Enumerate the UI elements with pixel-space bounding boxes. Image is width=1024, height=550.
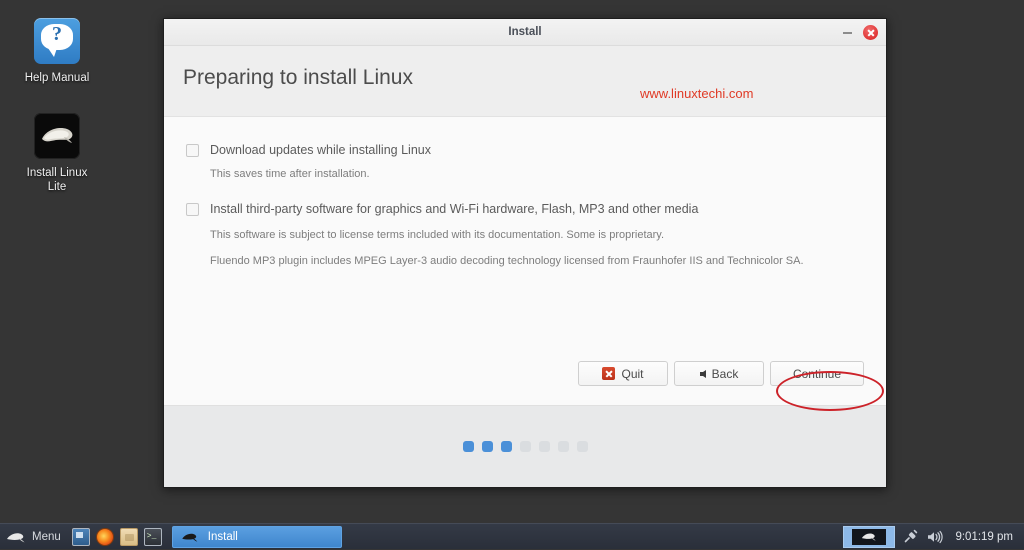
option-note: This software is subject to license term… — [210, 229, 665, 241]
clock[interactable]: 9:01:19 pm — [953, 531, 1013, 543]
firefox-icon[interactable] — [95, 527, 114, 546]
continue-button[interactable]: Continue — [770, 361, 864, 386]
option-label: Download updates while installing Linux — [210, 143, 431, 157]
option-row[interactable]: Download updates while installing Linux — [186, 142, 864, 158]
window-titlebar[interactable]: Install — [164, 19, 886, 46]
desktop-icon-help-manual[interactable]: ? Help Manual — [5, 18, 109, 85]
checkbox-third-party-software[interactable] — [186, 203, 199, 216]
linux-lite-swoosh-icon — [34, 113, 80, 159]
linux-lite-swoosh-icon — [181, 530, 201, 544]
site-watermark: www.linuxtechi.com — [640, 86, 754, 101]
progress-dot — [500, 441, 512, 452]
progress-dots — [462, 441, 588, 452]
window-controls — [842, 19, 878, 46]
close-x-icon — [602, 367, 616, 380]
option-row[interactable]: Install third-party software for graphic… — [186, 201, 864, 217]
quit-button[interactable]: Quit — [578, 361, 668, 386]
taskbar-item-install[interactable]: Install — [171, 525, 342, 548]
system-tray: 9:01:19 pm — [903, 529, 1024, 544]
progress-dot — [481, 441, 493, 452]
progress-dot — [519, 441, 531, 452]
back-button[interactable]: Back — [674, 361, 764, 386]
dialog-button-row: Quit Back Continue — [578, 361, 864, 386]
monitor-icon[interactable] — [71, 527, 90, 546]
progress-dot — [538, 441, 550, 452]
progress-dot — [576, 441, 588, 452]
icon-label-line1: Install Linux — [26, 167, 88, 179]
taskbar-launchers: >_ — [70, 527, 162, 546]
speaker-icon[interactable] — [927, 530, 944, 544]
installer-content: Download updates while installing Linux … — [164, 117, 886, 405]
option-group-third-party: Install third-party software for graphic… — [186, 201, 864, 269]
desktop-icon-install-linux-lite[interactable]: Install Linux Lite — [5, 113, 109, 194]
terminal-icon[interactable]: >_ — [143, 527, 162, 546]
option-label: Install third-party software for graphic… — [210, 202, 699, 216]
progress-dot — [462, 441, 474, 452]
help-question-icon: ? — [34, 18, 80, 64]
menu-button-label: Menu — [32, 530, 61, 543]
icon-label-line2: Lite — [47, 181, 67, 193]
close-icon[interactable] — [863, 25, 878, 40]
quit-button-label: Quit — [621, 366, 644, 381]
linux-lite-swoosh-icon — [6, 530, 26, 544]
arrow-left-icon — [699, 369, 706, 378]
progress-dot — [557, 441, 569, 452]
page-header: Preparing to install Linux www.linuxtech… — [164, 46, 886, 117]
taskbar-item-label: Install — [207, 530, 238, 543]
page-title: Preparing to install Linux — [183, 66, 413, 89]
desktop-icon-label: Install Linux Lite — [5, 166, 109, 194]
option-note: This saves time after installation. — [210, 168, 370, 180]
installer-footer — [164, 405, 886, 487]
back-button-label: Back — [711, 366, 739, 381]
option-note: Fluendo MP3 plugin includes MPEG Layer-3… — [210, 255, 804, 267]
workspace-switcher-icon[interactable] — [843, 525, 896, 548]
continue-button-label: Continue — [792, 366, 842, 381]
minimize-icon[interactable] — [842, 27, 853, 38]
desktop-icon-label: Help Manual — [24, 72, 90, 84]
window-title: Install — [508, 26, 542, 38]
taskbar: Menu >_ Install 9:01:19 pm — [0, 523, 1024, 549]
option-group-updates: Download updates while installing Linux … — [186, 142, 864, 182]
plug-icon[interactable] — [903, 529, 918, 544]
installer-window: Install Preparing to install Linux www.l… — [163, 18, 887, 488]
checkbox-download-updates[interactable] — [186, 144, 199, 157]
menu-button[interactable]: Menu — [0, 524, 70, 550]
folder-icon[interactable] — [119, 527, 138, 546]
